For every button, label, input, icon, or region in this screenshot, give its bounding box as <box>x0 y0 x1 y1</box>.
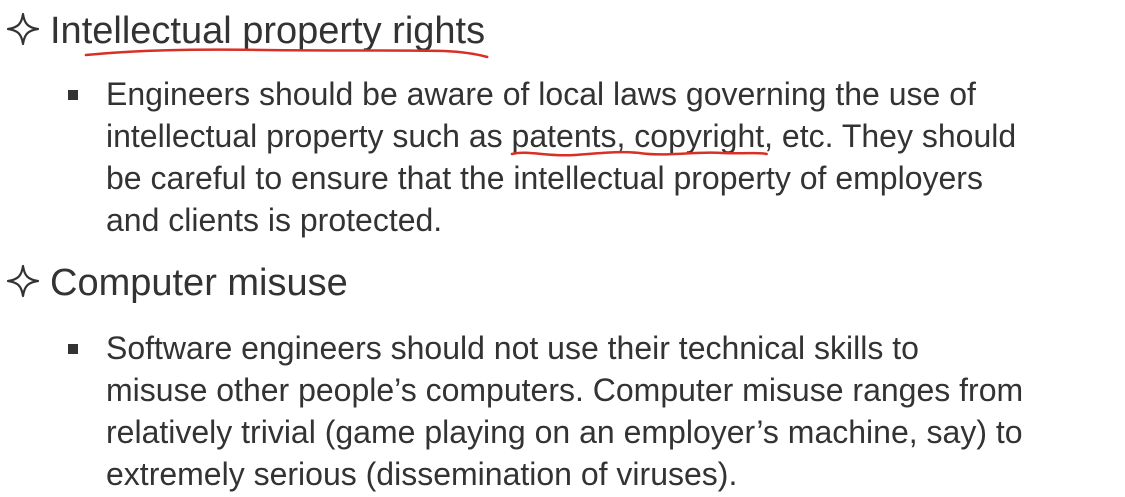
bullet-paragraph-computer-misuse: Software engineers should not use their … <box>106 327 1116 495</box>
paragraph-line: and clients is protected. <box>106 202 443 238</box>
paragraph-line: Software engineers should not use their … <box>106 330 919 366</box>
square-bullet-icon <box>68 90 78 100</box>
annotated-text: patents, copyright <box>510 118 768 157</box>
heading-text: Intellectual property rights <box>50 10 489 59</box>
paragraph-line: Engineers should be aware of local laws … <box>106 76 976 112</box>
paragraph-line: extremely serious (dissemination of viru… <box>106 456 738 492</box>
paragraph-line: misuse other people’s computers. Compute… <box>106 372 1024 408</box>
slide: Intellectual property rights Engineers s… <box>0 0 1125 497</box>
line-segment: intellectual property such as <box>106 118 512 154</box>
four-point-star-outline-icon <box>6 264 40 298</box>
square-bullet-icon <box>68 344 78 354</box>
section-heading-intellectual-property: Intellectual property rights <box>6 9 489 59</box>
four-point-star-outline-icon <box>6 12 40 46</box>
heading-text: Computer misuse <box>50 262 348 304</box>
paragraph-line: be careful to ensure that the intellectu… <box>106 160 983 196</box>
bullet-paragraph-intellectual-property: Engineers should be aware of local laws … <box>106 73 1116 241</box>
section-heading-computer-misuse: Computer misuse <box>6 261 348 305</box>
line-segment: , etc. They should <box>764 118 1017 154</box>
paragraph-line: intellectual property such as patents, c… <box>106 115 1116 157</box>
paragraph-line: relatively trivial (game playing on an e… <box>106 414 1023 450</box>
